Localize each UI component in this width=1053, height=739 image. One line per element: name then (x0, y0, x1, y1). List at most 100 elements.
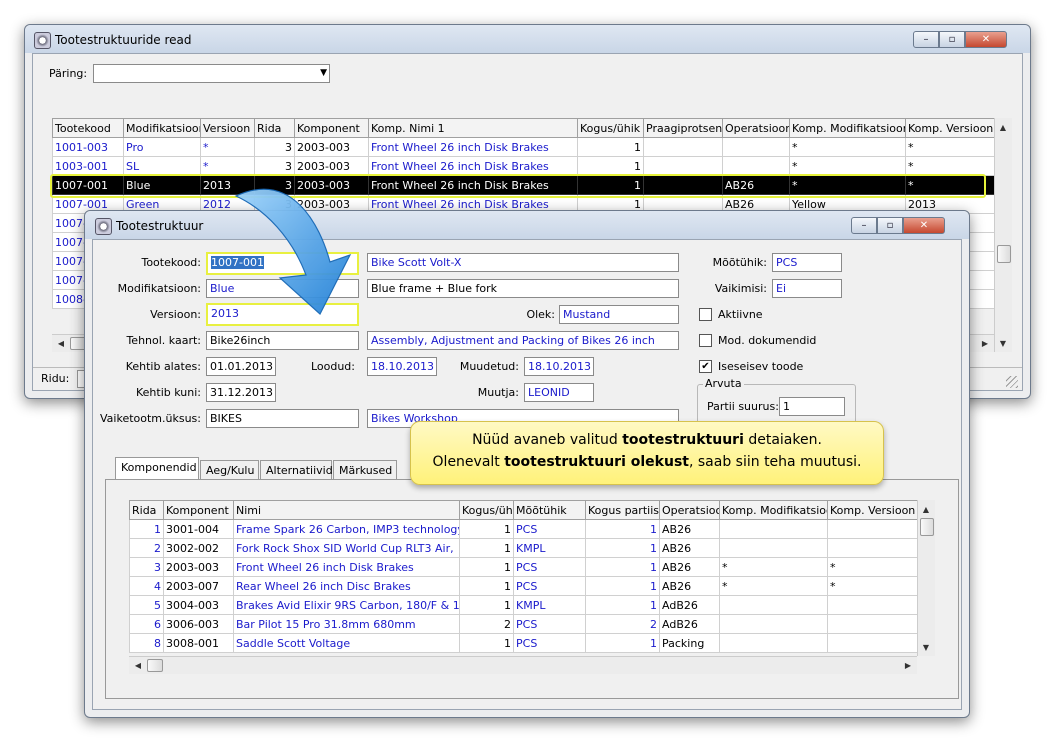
column-header[interactable]: Komponent (163, 500, 234, 520)
vaiketootm-uksus-field[interactable]: BIKES (206, 409, 359, 428)
table-cell: Bar Pilot 15 Pro 31.8mm 680mm (233, 614, 460, 634)
resize-grip-icon[interactable] (1006, 376, 1018, 388)
table-row[interactable]: 1001-003 Pro * 3 2003-003 Front Wheel 26 inch… (52, 137, 995, 157)
column-header[interactable]: Tootekood (52, 118, 124, 138)
modifikatsioon-field[interactable]: Blue (206, 279, 359, 298)
table-cell: 2 (459, 614, 514, 634)
column-header[interactable]: Kogus/ühik (459, 500, 514, 520)
scroll-left-icon[interactable]: ◀ (53, 335, 69, 351)
query-select[interactable]: ▼ (93, 64, 330, 83)
scroll-down-icon[interactable]: ▼ (995, 335, 1011, 351)
scroll-thumb[interactable] (920, 518, 934, 536)
maximize-button[interactable]: ▫ (877, 217, 903, 234)
table-cell (719, 538, 828, 558)
table-cell (827, 519, 918, 539)
column-header[interactable]: Komp. Modifikatsioon (789, 118, 906, 138)
table-cell (722, 137, 790, 157)
versioon-field[interactable]: 2013 (206, 303, 359, 326)
scroll-up-icon[interactable]: ▲ (995, 119, 1011, 135)
column-header[interactable]: Mõõtühik (513, 500, 586, 520)
partii-suurus-field[interactable]: 1 (779, 397, 845, 416)
product-name-field[interactable]: Bike Scott Volt-X (367, 253, 679, 272)
column-header[interactable]: Rida (254, 118, 295, 138)
components-horizontal-scrollbar[interactable]: ◀ ▶ (129, 656, 917, 674)
table-cell (719, 519, 828, 539)
modifikatsioon-label: Modifikatsioon: (117, 282, 201, 295)
column-header[interactable]: Nimi (233, 500, 460, 520)
table-cell: Brakes Avid Elixir 9RS Carbon, 180/F & 1… (233, 595, 460, 615)
column-header[interactable]: Kogus/ühik (577, 118, 644, 138)
checkbox-box[interactable] (699, 308, 712, 321)
table-row[interactable]: 5 3004-003 Brakes Avid Elixir 9RS Carbon, … (129, 595, 918, 615)
table-row[interactable]: 1 3001-004 Frame Spark 26 Carbon, IMP3 tec… (129, 519, 918, 539)
scroll-thumb[interactable] (997, 245, 1011, 263)
table-row[interactable]: 1003-001 SL * 3 2003-003 Front Wheel 26 inch … (52, 156, 995, 176)
kehtib-alates-field[interactable]: 01.01.2013 (206, 357, 276, 376)
vaikimisi-field[interactable]: Ei (772, 279, 842, 298)
table-cell: 3004-003 (163, 595, 234, 615)
table-cell: 1 (577, 156, 644, 176)
vertical-scrollbar[interactable]: ▲ ▼ (994, 118, 1012, 352)
tab-2[interactable]: Aeg/Kulu (200, 460, 259, 480)
table-cell (722, 156, 790, 176)
table-cell: * (905, 156, 995, 176)
tootekood-field[interactable]: 1007-001 (206, 252, 359, 275)
table-cell: 1 (459, 519, 514, 539)
table-cell: * (789, 175, 906, 195)
tab-3[interactable]: Alternatiivid (260, 460, 333, 480)
column-header[interactable]: Rida (129, 500, 164, 520)
modification-description-field[interactable]: Blue frame + Blue fork (367, 279, 679, 298)
mootuhik-field[interactable]: PCS (772, 253, 842, 272)
app-gear-icon (95, 218, 112, 235)
title-bar[interactable]: Tootestruktuur – ▫ ✕ (85, 211, 969, 239)
column-header[interactable]: Komp. Versioon (905, 118, 995, 138)
scroll-down-icon[interactable]: ▼ (918, 639, 934, 655)
close-button[interactable]: ✕ (903, 217, 945, 234)
table-row[interactable]: 2 3002-002 Fork Rock Shox SID World Cup RL… (129, 538, 918, 558)
close-button[interactable]: ✕ (965, 31, 1007, 48)
tab-4[interactable]: Märkused (333, 460, 397, 480)
scroll-right-icon[interactable]: ▶ (900, 657, 916, 673)
table-row[interactable]: 4 2003-007 Rear Wheel 26 inch Disc Brakes 1… (129, 576, 918, 596)
column-header[interactable]: Praagiprotsent (643, 118, 723, 138)
scroll-up-icon[interactable]: ▲ (918, 501, 934, 517)
table-cell: 1003-001 (52, 156, 124, 176)
column-header[interactable]: Komp. Nimi 1 (368, 118, 578, 138)
scroll-right-icon[interactable]: ▶ (977, 335, 993, 351)
table-row[interactable]: 1007-001 Blue 2013 3 2003-003 Front Wheel 26 … (52, 175, 995, 195)
iseseisev-toode-checkbox[interactable]: ✔ Iseseisev toode (699, 360, 803, 373)
checkbox-box[interactable]: ✔ (699, 360, 712, 373)
mod-dokumendid-checkbox[interactable]: Mod. dokumendid (699, 334, 816, 347)
routing-description-field[interactable]: Assembly, Adjustment and Packing of Bike… (367, 331, 679, 350)
table-row[interactable]: 3 2003-003 Front Wheel 26 inch Disk Brakes… (129, 557, 918, 577)
minimize-button[interactable]: – (913, 31, 939, 48)
column-header[interactable]: Kogus partiis (585, 500, 660, 520)
column-header[interactable]: Operatsioon (722, 118, 790, 138)
title-bar[interactable]: Tootestruktuuride read – ▫ ✕ (25, 25, 1030, 53)
components-table[interactable]: RidaKomponentNimiKogus/ühikMõõtühikKogus… (129, 500, 918, 653)
maximize-button[interactable]: ▫ (939, 31, 965, 48)
checkbox-box[interactable] (699, 334, 712, 347)
column-header[interactable]: Komp. Versioon (827, 500, 918, 520)
kehtib-kuni-field[interactable]: 31.12.2013 (206, 383, 276, 402)
olek-field[interactable]: Mustand (559, 305, 679, 324)
tab-1[interactable]: Komponendid (115, 457, 199, 480)
column-header[interactable]: Komponent (294, 118, 369, 138)
column-header[interactable]: Komp. Modifikatsioon (719, 500, 828, 520)
scroll-left-icon[interactable]: ◀ (130, 657, 146, 673)
table-cell: 1 (585, 633, 660, 653)
minimize-button[interactable]: – (851, 217, 877, 234)
components-vertical-scrollbar[interactable]: ▲ ▼ (917, 500, 935, 656)
scroll-thumb-horizontal[interactable] (147, 659, 163, 672)
column-header[interactable]: Versioon (200, 118, 255, 138)
aktiivne-checkbox[interactable]: Aktiivne (699, 308, 763, 321)
app-gear-icon (34, 32, 51, 49)
column-header[interactable]: Operatsioon (659, 500, 720, 520)
rows-count-label: Ridu: (41, 372, 70, 385)
column-header[interactable]: Modifikatsioon (123, 118, 201, 138)
tehnol-kaart-field[interactable]: Bike26inch (206, 331, 359, 350)
chevron-down-icon[interactable]: ▼ (320, 66, 327, 81)
table-cell: 2 (585, 614, 660, 634)
table-row[interactable]: 8 3008-001 Saddle Scott Voltage 1 PCS 1 Packin… (129, 633, 918, 653)
table-row[interactable]: 6 3006-003 Bar Pilot 15 Pro 31.8mm 680mm 2 P… (129, 614, 918, 634)
